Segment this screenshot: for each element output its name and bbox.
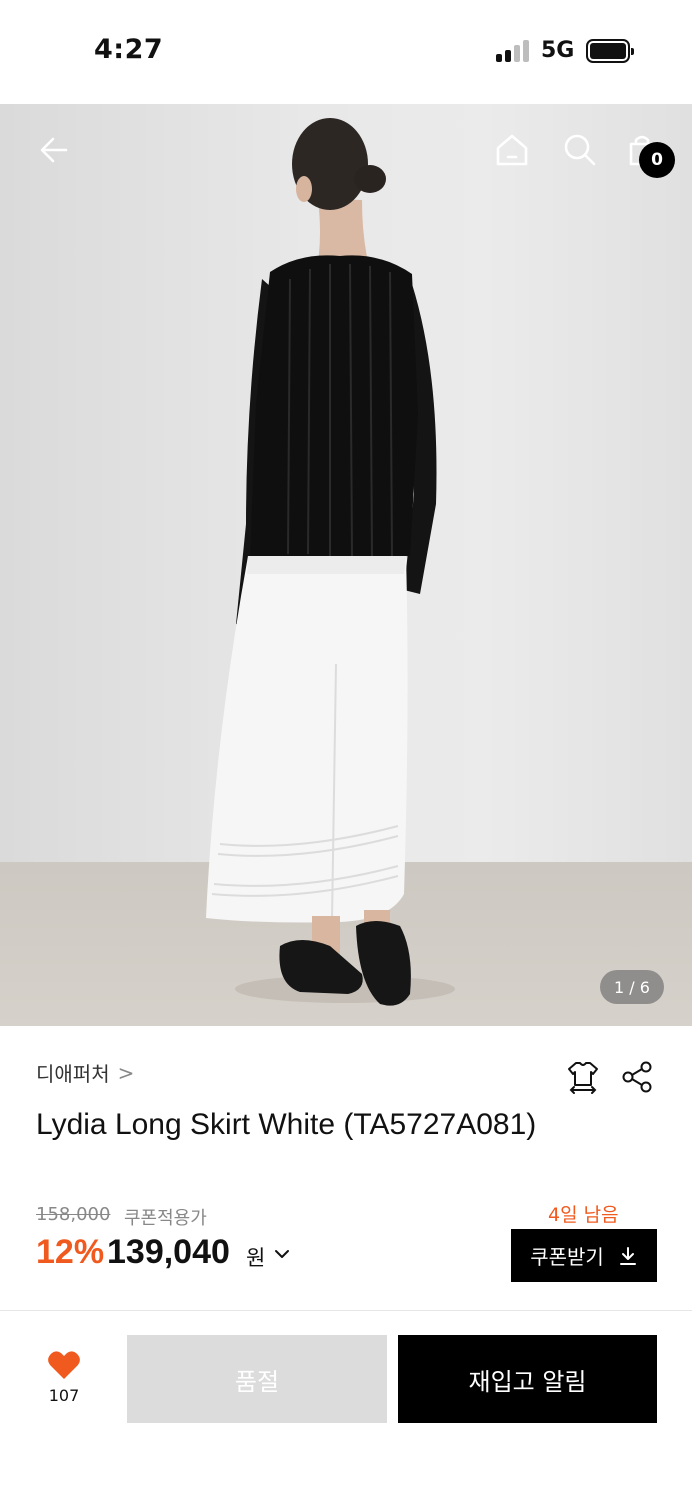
battery-icon [586, 39, 634, 63]
like-button[interactable]: 107 [36, 1350, 92, 1414]
signal-icon [496, 40, 532, 62]
restock-alert-button[interactable]: 재입고 알림 [398, 1335, 657, 1423]
heart-icon [48, 1351, 80, 1379]
brand-name: 디애퍼처 [36, 1062, 110, 1086]
search-button[interactable] [556, 126, 604, 174]
chevron-down-icon[interactable] [272, 1244, 292, 1264]
product-title: Lydia Long Skirt White (TA5727A081) [36, 1108, 537, 1141]
currency-label: 원 [246, 1246, 266, 1270]
home-icon [496, 134, 528, 166]
size-guide-icon [568, 1062, 598, 1094]
home-button[interactable] [488, 126, 536, 174]
search-icon [564, 134, 596, 166]
get-coupon-label: 쿠폰받기 [530, 1245, 604, 1269]
arrow-left-icon [40, 137, 68, 163]
share-button[interactable] [614, 1054, 660, 1100]
share-icon [622, 1061, 652, 1093]
download-icon [619, 1246, 636, 1265]
product-image[interactable]: 0 1 / 6 [0, 104, 692, 1026]
model-figure [206, 118, 455, 1006]
coupon-price-note: 쿠폰적용가 [124, 1208, 207, 1229]
cart-count-badge: 0 [639, 142, 675, 178]
discount-rate: 12% [36, 1233, 105, 1271]
original-price: 158,000 [36, 1204, 111, 1225]
coupon-days-left: 4일 남음 [548, 1204, 619, 1226]
status-time: 4:27 [94, 34, 164, 65]
network-label: 5G [541, 38, 575, 63]
soldout-button: 품절 [127, 1335, 387, 1423]
back-button[interactable] [30, 126, 78, 174]
divider [0, 1310, 692, 1311]
sale-price: 139,040 [107, 1233, 230, 1271]
get-coupon-button[interactable]: 쿠폰받기 [511, 1229, 657, 1282]
image-counter: 1 / 6 [600, 970, 664, 1004]
status-bar: 4:27 5G [0, 0, 692, 104]
like-count: 107 [48, 1386, 80, 1405]
chevron-right-icon: > [117, 1060, 135, 1085]
brand-link[interactable]: 디애퍼처 > [36, 1058, 134, 1087]
size-guide-button[interactable] [560, 1054, 606, 1100]
